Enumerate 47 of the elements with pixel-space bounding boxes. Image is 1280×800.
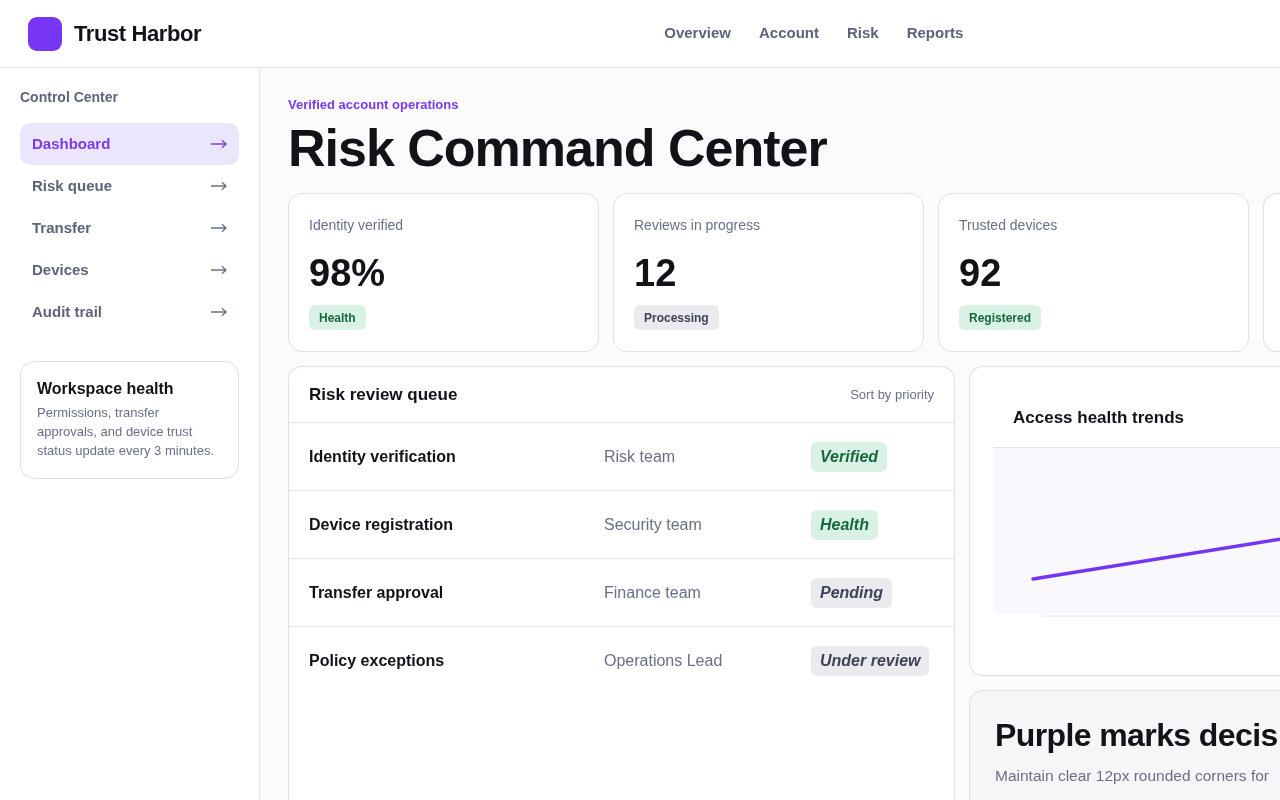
task-name: Transfer approval — [309, 582, 445, 603]
stat-value: 98% — [309, 254, 386, 292]
queue-title: Risk review queue — [309, 383, 458, 406]
nav-link[interactable]: Overview — [664, 22, 731, 45]
chart-title: Access health trends — [1013, 407, 1184, 429]
info-card-title: Workspace health — [37, 379, 175, 399]
stat-value: 12 — [634, 254, 677, 292]
task-name: Identity verification — [309, 446, 457, 467]
team-name: Security team — [604, 514, 703, 535]
nav-link[interactable]: Account — [758, 22, 819, 45]
stat-value: 92 — [959, 254, 1002, 292]
status-badge: Registered — [959, 305, 1042, 330]
stat-label: Reviews in progress — [634, 216, 761, 234]
task-name: Policy exceptions — [309, 651, 446, 671]
page-eyebrow: Verified account operations — [288, 97, 459, 113]
arrow-right-icon — [211, 139, 227, 149]
sidebar-item[interactable]: Audit trail — [20, 291, 239, 333]
logo-icon — [28, 16, 62, 51]
status-badge: Health — [309, 305, 366, 330]
sidebar-item[interactable]: Risk queue — [20, 165, 239, 207]
info-card-text: Permissions, transfer approvals, and device trust status update every 3 minutes. — [37, 404, 216, 460]
task-name: Device registration — [309, 514, 455, 535]
brand-name: Trust Harbor — [74, 20, 202, 48]
status-badge: Verified — [811, 441, 888, 472]
status-badge: Health — [811, 509, 878, 540]
sidebar-item[interactable]: Devices — [20, 249, 239, 291]
page-title: Risk Command Center — [288, 122, 827, 174]
nav-link[interactable]: Reports — [906, 22, 964, 45]
sidebar-item[interactable]: Transfer — [20, 207, 239, 249]
team-name: Operations Lead — [604, 651, 724, 671]
note-title: Purple marks decis — [995, 718, 1278, 752]
arrow-right-icon — [211, 181, 227, 191]
arrow-right-icon — [211, 265, 227, 275]
stat-label: Identity verified — [309, 216, 404, 234]
team-name: Finance team — [604, 582, 702, 603]
sidebar-section-title: Control Center — [20, 88, 119, 106]
note-text: Maintain clear 12px rounded corners for — [995, 766, 1269, 786]
arrow-right-icon — [211, 223, 227, 233]
team-name: Risk team — [604, 446, 677, 467]
status-badge: Processing — [634, 305, 719, 330]
sidebar-item[interactable]: Dashboard — [20, 123, 239, 165]
sort-link[interactable]: Sort by priority — [850, 384, 934, 405]
stat-label: Trusted devices — [959, 216, 1058, 234]
nav-link[interactable]: Risk — [846, 22, 879, 45]
status-badge: Pending — [811, 577, 893, 608]
arrow-right-icon — [211, 307, 227, 317]
status-badge: Under review — [811, 646, 930, 676]
